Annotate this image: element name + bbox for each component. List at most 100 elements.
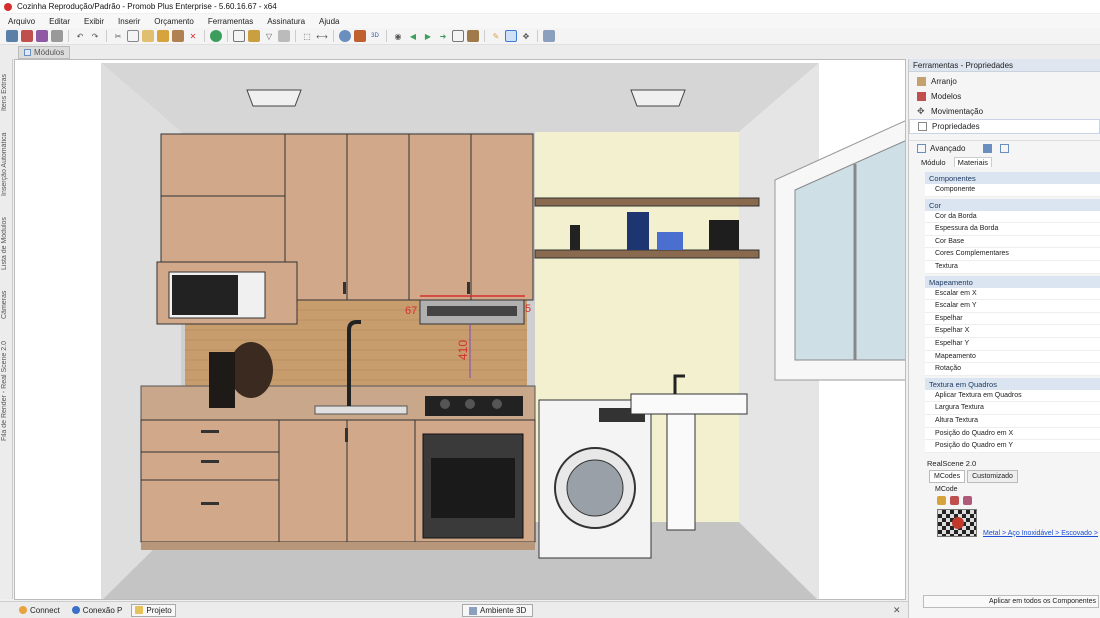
shelf-bottle xyxy=(570,225,580,250)
delete-icon[interactable]: ✕ xyxy=(187,30,199,42)
prop-cor-base[interactable]: Cor Base xyxy=(925,235,1100,249)
material-thumbnail[interactable] xyxy=(937,508,977,537)
select-icon[interactable]: ⬚ xyxy=(301,30,313,42)
box-icon[interactable] xyxy=(452,30,464,42)
pencil-icon[interactable]: ✎ xyxy=(490,30,502,42)
dock-tab-lista-modulos[interactable]: Lista de Módulos xyxy=(1,209,12,279)
prop-aplicar-textura-quadros[interactable]: Aplicar Textura em Quadros xyxy=(925,389,1100,403)
prop-componente[interactable]: Componente xyxy=(925,184,1100,197)
advanced-label[interactable]: Avançado xyxy=(930,144,965,153)
cut-icon[interactable]: ✂ xyxy=(112,30,124,42)
print-icon[interactable] xyxy=(21,30,33,42)
group-cor[interactable]: Cor xyxy=(925,198,1100,211)
connect-button[interactable]: Connect xyxy=(16,605,63,616)
menu-orcamento[interactable]: Orçamento xyxy=(152,16,196,27)
shelf-upper[interactable] xyxy=(534,197,760,207)
prop-espelhar-x[interactable]: Espelhar X xyxy=(925,325,1100,338)
settings-icon[interactable] xyxy=(543,30,555,42)
prop-espessura-borda[interactable]: Espessura da Borda xyxy=(925,223,1100,236)
ambiente-3d-tab[interactable]: Ambiente 3D xyxy=(462,604,534,617)
refresh-icon[interactable] xyxy=(210,30,222,42)
tab-modulos[interactable]: Módulos xyxy=(18,45,71,59)
arrow-right-icon[interactable]: ➜ xyxy=(437,30,449,42)
redo-icon[interactable]: ↷ xyxy=(89,30,101,42)
prop-largura-textura[interactable]: Largura Textura xyxy=(925,402,1100,415)
prop-altura-textura[interactable]: Altura Textura xyxy=(925,414,1100,428)
tab-modulo[interactable]: Módulo xyxy=(921,158,946,167)
laundry-sink[interactable] xyxy=(630,393,748,415)
sink[interactable] xyxy=(314,405,408,415)
prop-espelhar[interactable]: Espelhar xyxy=(925,312,1100,326)
prop-textura[interactable]: Textura xyxy=(925,260,1100,274)
paint-icon[interactable] xyxy=(157,30,169,42)
dock-tab-itens-extras[interactable]: Itens Extras xyxy=(1,67,12,119)
nav-movimentacao[interactable]: ✥ Movimentação xyxy=(909,104,1100,119)
advanced-row: Avançado xyxy=(909,141,1100,155)
menu-arquivo[interactable]: Arquivo xyxy=(6,16,37,27)
brush-icon[interactable] xyxy=(172,30,184,42)
3d-viewport[interactable]: 410 67 5 xyxy=(14,59,906,600)
prop-cores-complementares[interactable]: Cores Complementares xyxy=(925,248,1100,261)
mcode-edit-icon[interactable] xyxy=(950,495,959,505)
grid-view-icon[interactable] xyxy=(983,143,993,153)
layers-icon[interactable] xyxy=(248,30,260,42)
prop-posicao-quadro-y[interactable]: Posição do Quadro em Y xyxy=(925,440,1100,453)
save-icon[interactable] xyxy=(6,30,18,42)
menu-inserir[interactable]: Inserir xyxy=(116,16,142,27)
menu-ferramentas[interactable]: Ferramentas xyxy=(206,16,255,27)
render-icon[interactable] xyxy=(505,30,517,42)
projeto-button[interactable]: Projeto xyxy=(131,603,176,617)
prop-espelhar-y[interactable]: Espelhar Y xyxy=(925,337,1100,351)
nav-propriedades[interactable]: Propriedades xyxy=(909,119,1100,134)
shelf-lower[interactable] xyxy=(534,249,760,259)
dock-tab-insercao[interactable]: Inserção Automática xyxy=(1,125,12,203)
menu-assinatura[interactable]: Assinatura xyxy=(265,16,307,27)
close-icon[interactable]: ✕ xyxy=(893,605,901,616)
polygon-icon[interactable]: ▽ xyxy=(263,30,275,42)
cube-icon[interactable] xyxy=(467,30,479,42)
print-setup-icon[interactable] xyxy=(51,30,63,42)
ambiente-label: Ambiente 3D xyxy=(480,606,527,615)
upper-cabinet-left[interactable] xyxy=(160,133,286,263)
material-link[interactable]: Metal > Aço Inoxidável > Escovado > xyxy=(983,530,1098,537)
grid-icon[interactable] xyxy=(278,30,290,42)
undo-icon[interactable]: ↶ xyxy=(74,30,86,42)
nav-modelos[interactable]: Modelos xyxy=(909,89,1100,104)
tab-customizado[interactable]: Customizado xyxy=(967,469,1018,483)
copy-icon[interactable] xyxy=(127,30,139,42)
move-icon[interactable]: ✥ xyxy=(520,30,532,42)
conexao-button[interactable]: Conexão P xyxy=(69,605,126,616)
group-componentes[interactable]: Componentes xyxy=(925,172,1100,184)
dock-tab-fila-render[interactable]: Fila de Render - Real Scene 2.0 xyxy=(1,331,12,451)
dock-tab-cameras[interactable]: Câmeras xyxy=(1,285,12,325)
shield-icon[interactable] xyxy=(339,30,351,42)
tab-materiais[interactable]: Materiais xyxy=(953,157,993,167)
eye-icon[interactable]: ◉ xyxy=(392,30,404,42)
prop-mapeamento[interactable]: Mapeamento xyxy=(925,350,1100,364)
measure-icon[interactable]: ⟷ xyxy=(316,30,328,42)
list-view-icon[interactable] xyxy=(1000,143,1010,153)
3d-icon[interactable]: 3D xyxy=(369,30,381,42)
prop-posicao-quadro-x[interactable]: Posição do Quadro em X xyxy=(925,427,1100,441)
rotate-left-icon[interactable]: ◀ xyxy=(407,30,419,42)
group-mapeamento[interactable]: Mapeamento xyxy=(925,275,1100,288)
rotate-right-icon[interactable]: ▶ xyxy=(422,30,434,42)
frame-icon[interactable] xyxy=(233,30,245,42)
mcode-remove-icon[interactable] xyxy=(963,495,972,505)
mcode-apply-icon[interactable] xyxy=(937,495,946,505)
nav-arranjo[interactable]: Arranjo xyxy=(909,74,1100,89)
apply-all-components-button[interactable]: Aplicar em todos os Componentes xyxy=(923,595,1099,608)
texture-icon[interactable] xyxy=(354,30,366,42)
drawer-stack[interactable] xyxy=(140,419,280,543)
tab-mcodes[interactable]: MCodes xyxy=(929,469,966,483)
menu-editar[interactable]: Editar xyxy=(47,16,72,27)
prop-cor-borda[interactable]: Cor da Borda xyxy=(925,210,1100,224)
prop-escalar-y[interactable]: Escalar em Y xyxy=(925,300,1100,313)
menu-exibir[interactable]: Exibir xyxy=(82,16,106,27)
menu-ajuda[interactable]: Ajuda xyxy=(317,16,341,27)
group-textura-quadros[interactable]: Textura em Quadros xyxy=(925,377,1100,390)
print-preview-icon[interactable] xyxy=(36,30,48,42)
prop-rotacao[interactable]: Rotação xyxy=(925,363,1100,376)
prop-escalar-x[interactable]: Escalar em X xyxy=(925,287,1100,301)
paste-icon[interactable] xyxy=(142,30,154,42)
